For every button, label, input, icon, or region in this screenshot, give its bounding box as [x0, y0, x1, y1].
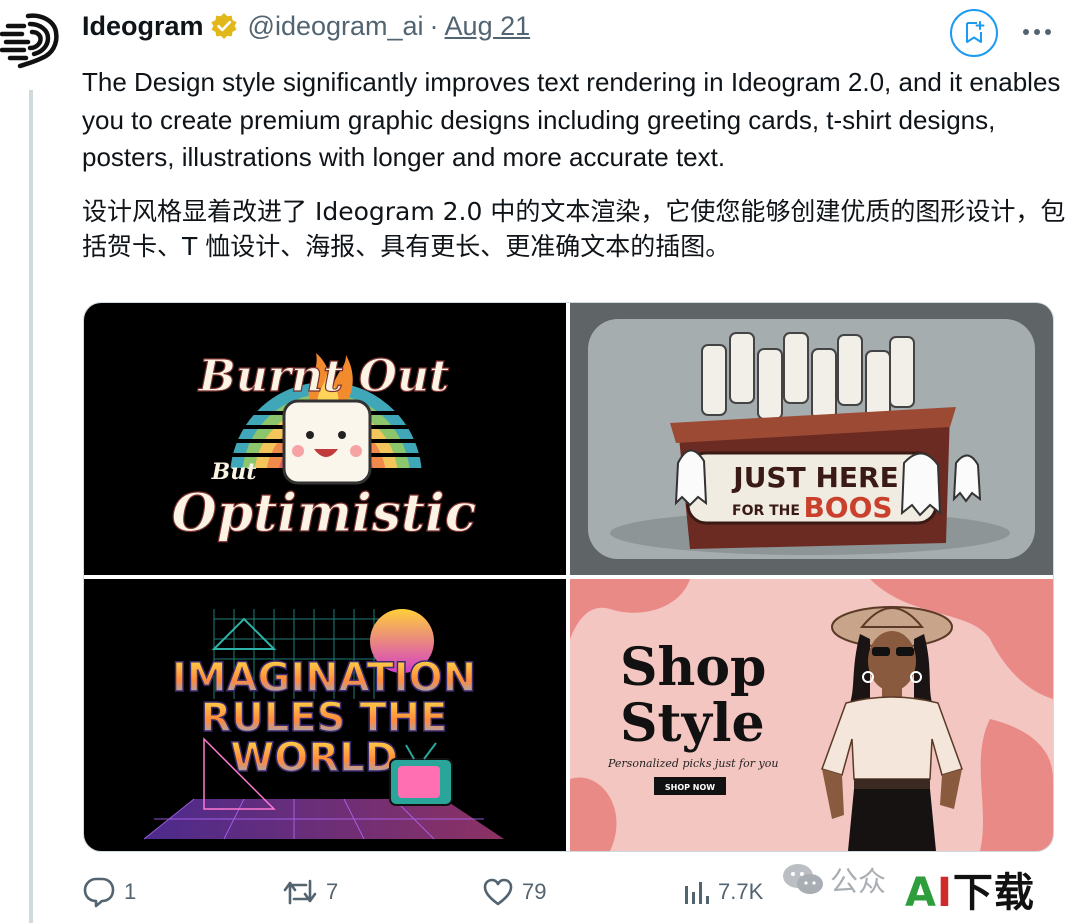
bookmark-button[interactable]	[950, 9, 998, 57]
image4-style: Style	[620, 693, 765, 754]
site-watermark-rest: 下载	[952, 870, 1035, 916]
site-watermark: AI下载	[905, 868, 1035, 918]
repost-count: 7	[326, 879, 339, 904]
image2-line1: JUST HERE	[731, 461, 898, 494]
ideogram-logo-icon	[0, 13, 59, 69]
reply-icon	[83, 877, 115, 908]
media-image-boos[interactable]: JUST HERE FOR THE BOOS	[570, 303, 1053, 575]
author-handle[interactable]: @ideogram_ai	[248, 11, 424, 42]
reply-button[interactable]: 1	[82, 872, 136, 912]
views-button[interactable]: 7.7K	[682, 872, 763, 912]
view-count: 7.7K	[718, 879, 764, 904]
thread-line	[29, 90, 33, 923]
like-count: 79	[522, 879, 547, 904]
tweet-date[interactable]: Aug 21	[445, 11, 531, 42]
image2-line3: BOOS	[803, 491, 892, 524]
like-button[interactable]: 79	[482, 872, 546, 912]
image4-shop: Shop	[620, 637, 766, 698]
image1-title: Burnt Out	[197, 351, 450, 402]
media-image-burnt-out[interactable]: Burnt Out But Optimistic	[84, 303, 566, 575]
image4-cta: SHOP NOW	[665, 783, 715, 792]
image2-line2: FOR THE	[732, 503, 800, 519]
tweet-header: Ideogram @ideogram_ai · Aug 21	[82, 8, 530, 44]
image4-tagline: Personalized picks just for you	[607, 757, 778, 770]
image1-but: But	[211, 459, 257, 485]
wechat-watermark: 公众	[782, 860, 886, 900]
avatar[interactable]	[0, 8, 64, 72]
image3-line3: WORLD	[230, 735, 398, 781]
more-button[interactable]	[1017, 12, 1057, 52]
author-name[interactable]: Ideogram	[82, 11, 204, 42]
tweet-text-english: The Design style significantly improves …	[82, 67, 1061, 172]
bookmark-icon	[966, 21, 985, 43]
wechat-watermark-text: 公众	[830, 865, 887, 898]
media-grid: Burnt Out But Optimistic JUST HERE FOR T…	[83, 302, 1054, 852]
more-icon	[1023, 29, 1051, 35]
wechat-icon	[783, 864, 823, 894]
verified-badge-icon[interactable]	[210, 12, 238, 40]
site-watermark-i: I	[936, 870, 953, 916]
views-icon	[685, 882, 709, 904]
reply-count: 1	[124, 879, 137, 904]
like-icon	[483, 878, 513, 906]
action-bar: 1 7 79 7.7K	[82, 872, 782, 912]
separator-dot: ·	[429, 10, 439, 41]
repost-icon	[283, 879, 317, 905]
tweet-text-chinese: 设计风格显着改进了 Ideogram 2.0 中的文本渲染，它使您能够创建优质的…	[82, 197, 1066, 261]
repost-button[interactable]: 7	[282, 872, 338, 912]
site-watermark-a: A	[905, 870, 937, 916]
image1-optimistic: Optimistic	[172, 483, 477, 544]
media-image-shop-style[interactable]: Shop Style Personalized picks just for y…	[570, 579, 1053, 851]
media-image-imagination[interactable]: IMAGINATION RULES THE WORLD	[84, 579, 566, 851]
